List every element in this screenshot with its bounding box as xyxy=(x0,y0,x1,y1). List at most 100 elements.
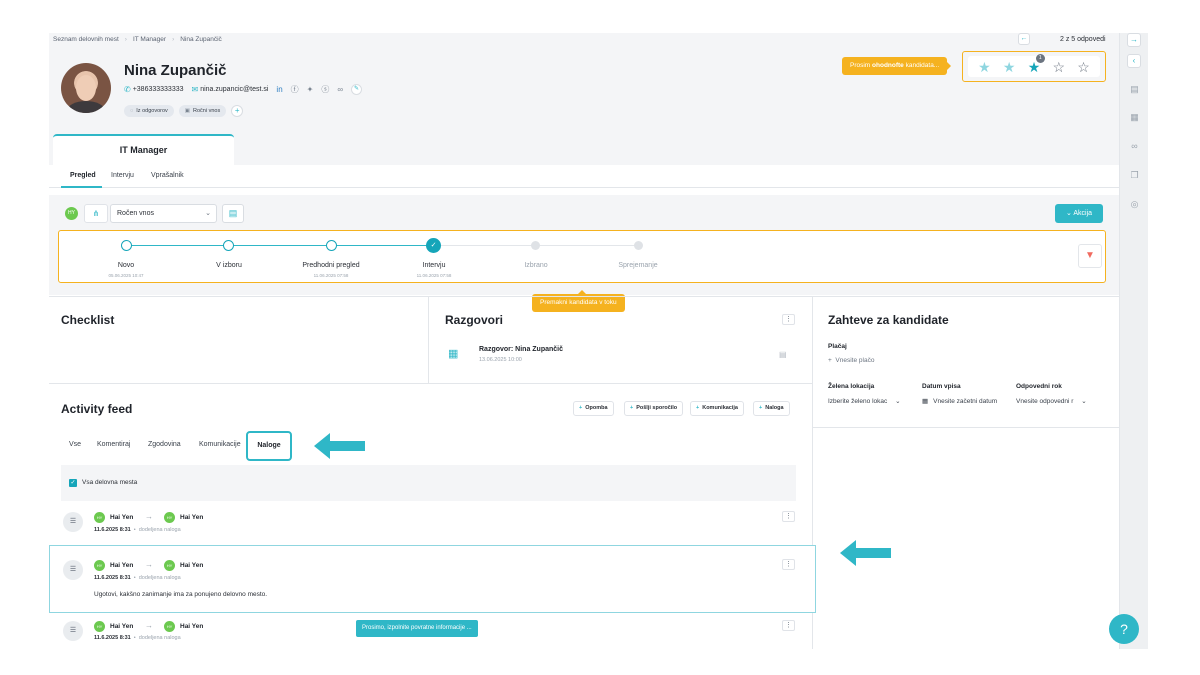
assignee-avatar[interactable]: HY xyxy=(65,207,78,220)
placa-add-label: Vnesite plačo xyxy=(835,357,875,364)
chevron-right-icon: › xyxy=(172,36,175,43)
more-menu-icon[interactable]: ⋮ xyxy=(782,620,795,631)
rating-tooltip-bold: ohodnofte xyxy=(872,62,904,69)
tab-job[interactable]: IT Manager xyxy=(53,134,234,165)
meeting-date: 13.06.2025 10:00 xyxy=(479,357,522,363)
arrow-right-icon: → xyxy=(145,560,153,569)
tab-intervju[interactable]: Intervju xyxy=(111,172,134,179)
document-button[interactable]: ▤ xyxy=(222,204,244,223)
rating-tooltip: Prosim ohodnofte kandidata... xyxy=(842,57,952,75)
activity-title: Activity feed xyxy=(61,402,133,416)
phone-number[interactable]: +386333333333 xyxy=(133,86,184,93)
document-icon[interactable]: ▤ xyxy=(1128,83,1141,96)
add-communication-button[interactable]: + Komunikacija xyxy=(690,401,744,416)
tab-komunikacije[interactable]: Komunikacije xyxy=(199,441,241,448)
source-select[interactable]: Ročen vnos ⌄ xyxy=(110,204,217,223)
rail-back-icon[interactable]: ‹ xyxy=(1127,54,1141,68)
share-icon[interactable]: ⋔ xyxy=(84,204,108,223)
step-intervju-label: Intervju xyxy=(422,262,446,269)
database-icon: ▣ xyxy=(184,108,190,114)
chevron-down-icon: ⌄ xyxy=(895,398,901,405)
step-izbrano-dot[interactable] xyxy=(531,241,540,250)
step-sprejemanje-label: Sprejemanje xyxy=(618,262,658,269)
activity-meta: 11.6.2025 8:31 • dodeljena naloga xyxy=(94,635,181,641)
star-2-icon[interactable]: ★ xyxy=(1003,60,1016,74)
step-novo-dot[interactable] xyxy=(121,240,132,251)
send-message-button[interactable]: + Pošlji sporočilo xyxy=(624,401,684,416)
edit-pencil-icon[interactable]: ✎ xyxy=(351,84,363,95)
meeting-title[interactable]: Razgovor: Nina Zupančič xyxy=(479,346,563,353)
rok-select[interactable]: Vnesite odpovedni r ⌄ xyxy=(1016,397,1087,405)
tab-komentiraj[interactable]: Komentiraj xyxy=(97,441,130,448)
all-jobs-checkbox[interactable]: ✓ xyxy=(69,479,77,487)
star-4-icon[interactable]: ☆ xyxy=(1053,60,1066,74)
avatar-body xyxy=(67,101,105,113)
reject-thumbs-down-icon[interactable]: ▼ xyxy=(1078,244,1102,268)
candidate-name: Nina Zupančič xyxy=(124,62,227,79)
add-note-button[interactable]: + Opomba xyxy=(573,401,614,416)
tag-manual[interactable]: ▣ Ročni vnos xyxy=(178,105,227,117)
avatar-face xyxy=(76,75,96,101)
divider xyxy=(49,383,812,384)
task-list-icon: ☰ xyxy=(63,560,83,580)
help-button[interactable]: ? xyxy=(1109,614,1139,644)
pager-text: 2 z 5 odpovedi xyxy=(1060,35,1106,43)
check-circle-icon[interactable]: ◎ xyxy=(1128,198,1141,211)
more-menu-icon[interactable]: ⋮ xyxy=(782,511,795,522)
tag-list: ◌ Iz odgovorov ▣ Ročni vnos + xyxy=(124,105,244,117)
more-menu-icon[interactable]: ⋮ xyxy=(782,314,795,325)
linkedin-icon[interactable]: in xyxy=(276,85,282,94)
more-menu-icon[interactable]: ⋮ xyxy=(782,559,795,570)
action-button[interactable]: ⌄ Akcija xyxy=(1055,204,1103,223)
link-icon[interactable]: ∞ xyxy=(337,85,343,94)
datum-label: Datum vpisa xyxy=(922,383,961,390)
skype-icon[interactable]: ⓢ xyxy=(321,84,329,95)
tab-vprasalnik[interactable]: Vprašalnik xyxy=(151,172,184,179)
briefcase-icon[interactable]: ▦ xyxy=(1128,111,1141,124)
phone-icon: ✆ xyxy=(124,85,131,94)
activity-to: Hai Yen xyxy=(180,514,204,521)
avatar: HY xyxy=(94,512,105,523)
datum-picker[interactable]: ▦ Vnesite začetni datum xyxy=(922,397,997,405)
divider xyxy=(49,296,1119,297)
plus-icon: + xyxy=(630,405,634,411)
email-address[interactable]: nina.zupancic@test.si xyxy=(200,86,268,93)
star-1-icon[interactable]: ★ xyxy=(978,60,991,74)
calendar-side-icon[interactable]: ▤ xyxy=(779,350,787,359)
collapse-arrow-icon[interactable]: → xyxy=(1127,33,1141,47)
activity-from: Hai Yen xyxy=(110,514,134,521)
copy-icon[interactable]: ❐ xyxy=(1128,169,1141,182)
avatar: HY xyxy=(164,512,175,523)
link-icon[interactable]: ∞ xyxy=(1128,140,1141,153)
step-predhodni-dot[interactable] xyxy=(326,240,337,251)
add-note-label: Opomba xyxy=(585,405,608,411)
tab-zgodovina[interactable]: Zgodovina xyxy=(148,441,181,448)
pager: ← 2 z 5 odpovedi xyxy=(1018,33,1106,45)
checklist-title: Checklist xyxy=(61,313,115,327)
previous-arrow-icon[interactable]: ← xyxy=(1018,33,1030,45)
lokacija-select[interactable]: Izberite želeno lokac ⌄ xyxy=(828,397,901,405)
breadcrumb-job[interactable]: IT Manager xyxy=(133,36,166,43)
step-intervju-check-icon[interactable]: ✓ xyxy=(426,238,441,253)
avatar: HY xyxy=(94,560,105,571)
star-5-icon[interactable]: ☆ xyxy=(1077,60,1090,74)
activity-to: Hai Yen xyxy=(180,623,204,630)
tab-pregled[interactable]: Pregled xyxy=(70,172,96,179)
twitter-icon[interactable]: ✦ xyxy=(307,85,314,94)
add-task-label: Naloga xyxy=(765,405,784,411)
tag-source[interactable]: ◌ Iz odgovorov xyxy=(124,105,174,117)
activity-to: Hai Yen xyxy=(180,562,204,569)
add-task-button[interactable]: + Naloga xyxy=(753,401,790,416)
step-sprejemanje-dot[interactable] xyxy=(634,241,643,250)
facebook-icon[interactable]: ⓕ xyxy=(291,84,299,95)
star-3-icon[interactable]: ★ 1 xyxy=(1028,53,1045,74)
placa-add[interactable]: + Vnesite plačo xyxy=(828,357,874,364)
tab-vse[interactable]: Vse xyxy=(69,441,81,448)
step-v-izboru-label: V izboru xyxy=(216,262,242,269)
tab-naloge[interactable]: Naloge xyxy=(246,431,292,461)
breadcrumb-jobs[interactable]: Seznam delovnih mest xyxy=(53,36,119,43)
step-v-izboru-dot[interactable] xyxy=(223,240,234,251)
lokacija-value: Izberite želeno lokac xyxy=(828,398,888,405)
step-intervju-date: 11.06.2025 07:58 xyxy=(416,273,452,278)
add-tag-button[interactable]: + xyxy=(231,105,244,117)
